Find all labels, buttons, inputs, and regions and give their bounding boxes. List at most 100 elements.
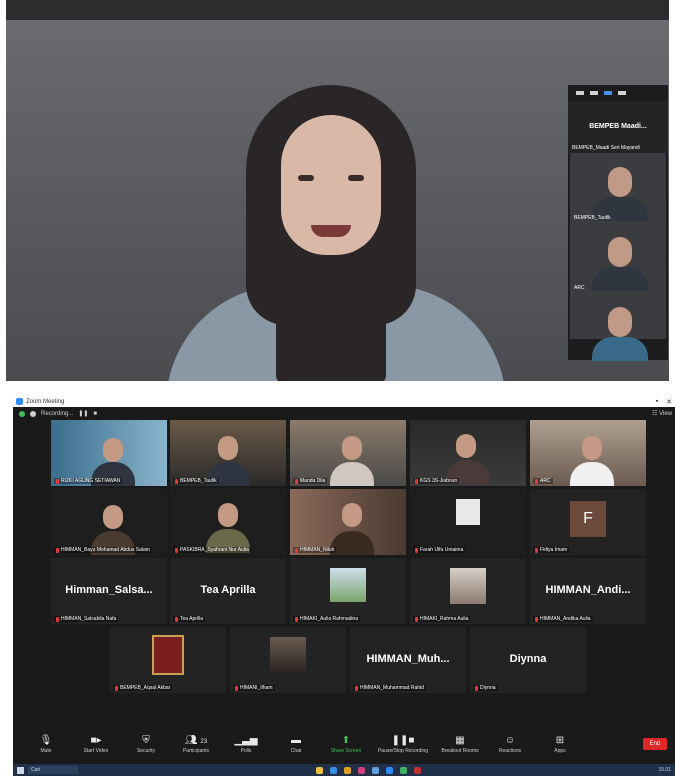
- security-button[interactable]: ⛨ Security: [121, 734, 171, 754]
- muted-mic-icon: [355, 685, 358, 691]
- participant-name: KGS 3S-Jiabnun: [413, 478, 460, 484]
- apps-icon: ⊞: [555, 735, 565, 746]
- chrome-icon[interactable]: [343, 766, 351, 774]
- pause-recording-button[interactable]: ❚❚■ Pause/Stop Recording: [371, 734, 435, 754]
- muted-mic-icon: [56, 478, 59, 484]
- zoom-meeting-window: Zoom Meeting ▪ ✕ Recording... ❚❚ ■ ☷ Vie…: [13, 396, 675, 776]
- participant-initial-avatar: F: [570, 501, 606, 537]
- participant-name: RIZKI AGUNG SETIAWAN: [54, 478, 123, 484]
- participant-tile[interactable]: HIMANI_Ilham: [230, 627, 346, 693]
- shield-icon: ⛨: [142, 735, 150, 746]
- share-screen-button[interactable]: ⬆ Share Screen: [321, 734, 371, 754]
- participant-display-name: HIMMAN_Muh...: [366, 653, 450, 665]
- participant-display-name: Himman_Salsa...: [65, 584, 153, 596]
- chat-bubble-icon: ▬: [291, 735, 301, 746]
- participant-tile[interactable]: HIMMAN_Niluh: [290, 489, 406, 555]
- muted-mic-icon: [295, 547, 298, 553]
- single-view-icon[interactable]: [590, 91, 598, 95]
- filmstrip-tile-name: ARC: [574, 285, 585, 291]
- strip-view-icon[interactable]: [604, 91, 612, 95]
- participant-name: Farah Ulfa Umaima: [413, 547, 466, 553]
- start-video-button[interactable]: ■▸ Start Video: [71, 734, 121, 754]
- zoom-app-icon[interactable]: [385, 766, 393, 774]
- participant-name: HIMMAN_Niluh: [293, 547, 337, 553]
- participant-tile[interactable]: Manda Dila: [290, 420, 406, 486]
- gallery-row: RIZKI AGUNG SETIAWAN BEMPEB_Taufik Manda…: [13, 420, 675, 486]
- edge-icon[interactable]: [329, 766, 337, 774]
- participant-tile[interactable]: F Fidiya Imam: [530, 489, 646, 555]
- participant-tile[interactable]: RIZKI AGUNG SETIAWAN: [51, 420, 167, 486]
- muted-mic-icon: [175, 616, 178, 622]
- smiley-icon: ☺: [504, 735, 516, 746]
- end-meeting-button[interactable]: End: [643, 738, 667, 750]
- participant-tile[interactable]: PASKIBRA_Syahrani Nur Aulia: [170, 489, 286, 555]
- filmstrip-name-small: BEMPEB_Maadi Seri Mayandi: [572, 145, 640, 151]
- windows-start-icon[interactable]: [17, 766, 24, 774]
- window-titlebar: Zoom Meeting ▪ ✕: [13, 396, 675, 407]
- breakout-rooms-button[interactable]: ▦ Breakout Rooms: [435, 734, 485, 754]
- participant-name: HIMMAN_Andika Aulia: [533, 616, 593, 622]
- minimize-icon[interactable]: ▪: [651, 398, 663, 405]
- participant-name: BEMPEB_Taufik: [173, 478, 219, 484]
- participant-name: HIMAKI_Rahma Aulia: [413, 616, 471, 622]
- polls-button[interactable]: ▁▃▅ Polls: [221, 734, 271, 754]
- participant-name: PASKIBRA_Syahrani Nur Aulia: [173, 547, 251, 553]
- participant-tile[interactable]: Tea Aprilla Tea Aprilla: [170, 558, 286, 624]
- participant-tile[interactable]: HIMMAN_Muh... HIMMAN_Muhammad Rahid: [350, 627, 466, 693]
- filmstrip-view-controls[interactable]: [568, 85, 668, 101]
- view-button[interactable]: ☷ View: [652, 410, 675, 417]
- filmstrip-video-tile[interactable]: BEMPEB_Taufik: [570, 153, 666, 223]
- participant-tile[interactable]: BEMPEB_Aqsal Akbar: [110, 627, 226, 693]
- app-icon[interactable]: [399, 766, 407, 774]
- app-icon[interactable]: [371, 766, 379, 774]
- stop-recording-icon[interactable]: ■: [93, 411, 97, 417]
- participant-name: HIMANI_Ilham: [233, 685, 275, 691]
- participant-tile[interactable]: HIMMAN_Andi... HIMMAN_Andika Aulia: [530, 558, 646, 624]
- filmstrip-name-tile[interactable]: BEMPEB Maadi... BEMPEB_Maadi Seri Mayand…: [568, 101, 668, 153]
- security-shield-icon[interactable]: [19, 410, 25, 417]
- filmstrip-tile-name: BEMPEB_Taufik: [574, 215, 611, 221]
- participant-tile[interactable]: KGS 3S-Jiabnun: [410, 420, 526, 486]
- muted-mic-icon: [475, 685, 478, 691]
- mute-button[interactable]: 🎙︎ Mute: [21, 734, 71, 754]
- chat-button[interactable]: ▬ Chat: [271, 734, 321, 754]
- participant-tile[interactable]: Diynna Diynna: [470, 627, 586, 693]
- apps-button[interactable]: ⊞ Apps: [535, 734, 585, 754]
- participant-filmstrip[interactable]: BEMPEB Maadi... BEMPEB_Maadi Seri Mayand…: [568, 85, 668, 361]
- app-icon[interactable]: [413, 766, 421, 774]
- participant-tile[interactable]: Farah Ulfa Umaima: [410, 489, 526, 555]
- participant-tile[interactable]: HIMAKI_Rahma Aulia: [410, 558, 526, 624]
- muted-mic-icon: [56, 547, 59, 553]
- participant-tile-active-speaker[interactable]: BEMPEB_Taufik: [170, 420, 286, 486]
- filmstrip-video-tile[interactable]: [570, 293, 666, 361]
- file-explorer-icon[interactable]: [315, 766, 323, 774]
- participants-button[interactable]: 👥︎ 23 Participants: [171, 734, 221, 754]
- taskbar-search-box[interactable]: Cari: [28, 766, 78, 774]
- microphone-icon: 🎙︎: [39, 735, 53, 746]
- recording-dot-icon: [30, 410, 36, 417]
- gallery-row: HIMMAN_Bayu Mohamad Abdus Salam PASKIBRA…: [13, 489, 675, 555]
- minimize-strip-icon[interactable]: [576, 91, 584, 95]
- muted-mic-icon: [415, 547, 418, 553]
- participants-icon: 👥︎ 23: [184, 735, 208, 746]
- muted-mic-icon: [115, 685, 118, 691]
- grid-view-icon[interactable]: [618, 91, 626, 95]
- participant-tile[interactable]: HIMMAN_Bayu Mohamad Abdus Salam: [51, 489, 167, 555]
- profile-picture: [450, 568, 486, 604]
- breakout-rooms-icon: ▦: [455, 735, 465, 746]
- app-icon[interactable]: [357, 766, 365, 774]
- participant-name: BEMPEB_Aqsal Akbar: [113, 685, 173, 691]
- gallery-row: BEMPEB_Aqsal Akbar HIMANI_Ilham HIMMAN_M…: [13, 627, 675, 693]
- close-icon[interactable]: ✕: [663, 398, 675, 406]
- speaker-scarf: [276, 275, 386, 381]
- participant-name: ARC: [533, 478, 553, 484]
- pause-recording-icon[interactable]: ❚❚: [78, 410, 88, 417]
- reactions-button[interactable]: ☺ Reactions: [485, 734, 535, 754]
- participant-tile[interactable]: ARC: [530, 420, 646, 486]
- muted-mic-icon: [56, 616, 59, 622]
- pause-stop-icon: ❚❚■: [391, 735, 415, 746]
- participant-name: HIMMAN_Salsabila Nafa: [54, 616, 119, 622]
- filmstrip-video-tile[interactable]: ARC: [570, 223, 666, 293]
- participant-tile[interactable]: Himman_Salsa... HIMMAN_Salsabila Nafa: [51, 558, 167, 624]
- participant-tile[interactable]: HIMAKI_Aulia Rahmadina: [290, 558, 406, 624]
